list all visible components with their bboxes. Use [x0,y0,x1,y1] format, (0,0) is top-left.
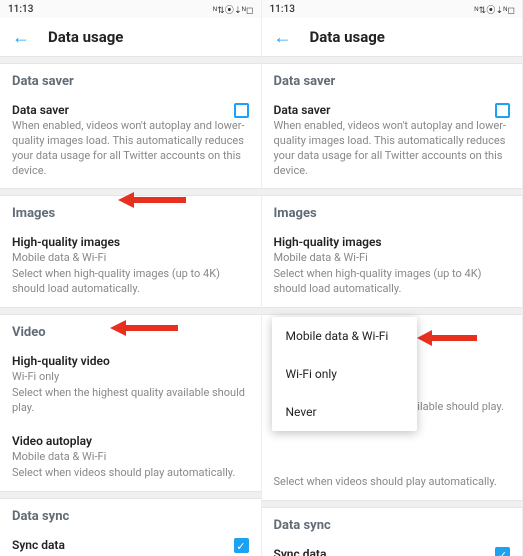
setting-desc: Select when videos should play automatic… [274,475,511,490]
setting-data-saver[interactable]: Data saver When enabled, videos won't au… [262,95,523,188]
back-icon[interactable]: ← [274,27,292,48]
setting-title: High-quality video [12,354,249,368]
status-time: 11:13 [8,4,33,15]
setting-desc: When enabled, videos won't autoplay and … [274,119,511,178]
setting-value: Wi-Fi only [12,370,249,383]
setting-title: Sync data [12,538,249,552]
divider [262,307,523,315]
setting-desc: Select when videos should play automatic… [12,466,249,481]
setting-hq-images[interactable]: High-quality images Mobile data & Wi-Fi … [0,227,261,307]
page-title: Data usage [48,28,123,46]
setting-value: Mobile data & Wi-Fi [12,251,249,264]
setting-title: Sync data [274,547,511,556]
setting-title: Data saver [274,103,511,117]
setting-value: Mobile data & Wi-Fi [12,450,249,463]
app-bar: ← Data usage [0,18,261,56]
setting-video-autoplay[interactable]: Video autoplay Mobile data & Wi-Fi Selec… [0,426,261,491]
section-data-saver: Data saver [262,64,523,95]
popup-option-mobile-wifi[interactable]: Mobile data & Wi-Fi [272,317,417,355]
status-indicators: ᴺ ⇅ ⦿ ⇣ ᴺ ◻ [475,3,514,16]
divider [0,188,261,196]
setting-desc: Select when the highest quality availabl… [12,386,249,416]
popup-option-never[interactable]: Never [272,393,417,431]
setting-desc: Select when high-quality images (up to 4… [12,267,249,297]
app-bar: ← Data usage [262,18,523,56]
setting-title: Video autoplay [12,434,249,448]
section-images: Images [0,196,261,227]
section-data-sync: Data sync [262,508,523,539]
setting-video-autoplay[interactable]: Select when videos should play automatic… [262,425,523,500]
divider [0,307,261,315]
popup-menu: Mobile data & Wi-Fi Wi-Fi only Never [272,317,417,431]
setting-title: Data saver [12,103,249,117]
setting-sync-data[interactable]: Sync data [262,539,523,556]
phone-right: 11:13 ᴺ ⇅ ⦿ ⇣ ᴺ ◻ ← Data usage Data save… [262,0,523,556]
phone-left: 11:13 ᴺ ⇅ ⦿ ⇣ ᴺ ◻ ← Data usage Data save… [0,0,262,556]
setting-sync-data[interactable]: Sync data [0,530,261,556]
setting-data-saver[interactable]: Data saver When enabled, videos won't au… [0,95,261,188]
section-data-sync: Data sync [0,499,261,530]
status-bar: 11:13 ᴺ ⇅ ⦿ ⇣ ᴺ ◻ [262,0,523,18]
section-data-saver: Data saver [0,64,261,95]
divider [262,56,523,64]
section-images: Images [262,196,523,227]
setting-title: High-quality images [274,235,511,249]
setting-value: Mobile data & Wi-Fi [274,251,511,264]
status-indicators: ᴺ ⇅ ⦿ ⇣ ᴺ ◻ [213,3,252,16]
content: Data saver Data saver When enabled, vide… [262,56,523,556]
setting-hq-images[interactable]: High-quality images Mobile data & Wi-Fi … [262,227,523,307]
divider [0,491,261,499]
status-time: 11:13 [270,4,295,15]
checkbox-data-saver[interactable] [234,103,249,118]
page-title: Data usage [310,28,385,46]
setting-hq-video[interactable]: High-quality video Wi-Fi only Select whe… [0,346,261,426]
content: Data saver Data saver When enabled, vide… [0,56,261,556]
setting-desc: When enabled, videos won't autoplay and … [12,119,249,178]
popup-option-wifi-only[interactable]: Wi-Fi only [272,355,417,393]
divider [0,56,261,64]
status-bar: 11:13 ᴺ ⇅ ⦿ ⇣ ᴺ ◻ [0,0,261,18]
divider [262,500,523,508]
checkbox-sync-data[interactable] [234,538,249,553]
setting-desc: Select when high-quality images (up to 4… [274,267,511,297]
back-icon[interactable]: ← [12,27,30,48]
section-video: Video [0,315,261,346]
divider [262,188,523,196]
checkbox-sync-data[interactable] [495,547,510,556]
checkbox-data-saver[interactable] [495,103,510,118]
setting-title: High-quality images [12,235,249,249]
